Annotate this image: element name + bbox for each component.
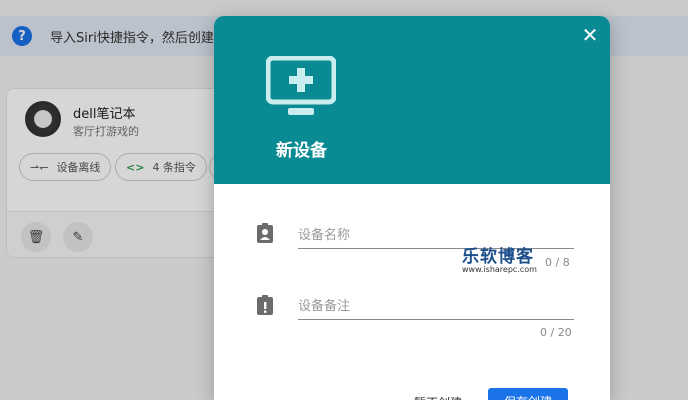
new-device-dialog: ✕ 新设备 0 / 8 0 / 20 乐软博客 www.isharepc.com… bbox=[214, 16, 610, 400]
device-remark-input[interactable] bbox=[298, 294, 574, 320]
device-remark-counter: 0 / 20 bbox=[540, 326, 572, 339]
dialog-header: ✕ 新设备 bbox=[214, 16, 610, 184]
watermark-url: www.isharepc.com bbox=[462, 265, 537, 274]
close-button[interactable]: ✕ bbox=[579, 24, 601, 46]
cancel-button[interactable]: 暂不创建 bbox=[406, 390, 470, 400]
clipboard-account-icon bbox=[257, 223, 273, 243]
clipboard-alert-icon bbox=[257, 295, 273, 315]
dialog-title: 新设备 bbox=[276, 141, 327, 161]
create-button[interactable]: 保存创建 bbox=[488, 388, 568, 400]
watermark-logo: 乐软博客 www.isharepc.com bbox=[462, 242, 542, 274]
watermark-text: 乐软博客 bbox=[462, 247, 534, 267]
device-name-counter: 0 / 8 bbox=[545, 256, 570, 269]
monitor-add-icon bbox=[266, 56, 336, 115]
